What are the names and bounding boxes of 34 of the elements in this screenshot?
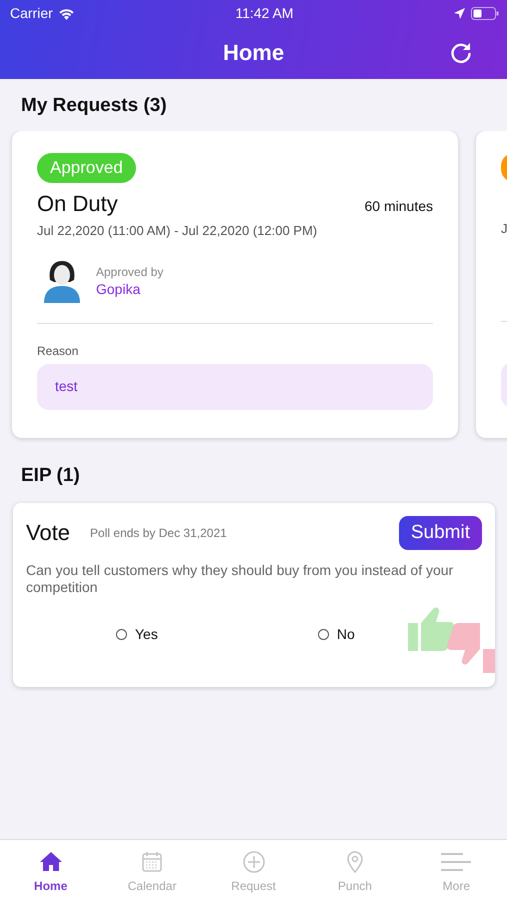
wifi-icon — [58, 6, 75, 20]
submit-button[interactable]: Submit — [398, 516, 482, 550]
poll-deadline: Poll ends by Dec 31,2021 — [90, 526, 228, 540]
section-heading: My Requests (3) — [21, 95, 167, 116]
approver-name: Gopika — [96, 280, 142, 296]
section-heading: EIP (1) — [21, 465, 80, 486]
reason-label: Reason — [37, 344, 80, 358]
avatar-icon — [42, 258, 82, 303]
calendar-icon — [140, 850, 164, 874]
add-icon — [242, 850, 266, 874]
battery-icon — [471, 6, 499, 20]
tab-button[interactable]: Home — [0, 840, 102, 900]
option-label: Yes — [135, 626, 158, 642]
refresh-icon[interactable] — [449, 41, 473, 65]
home-icon — [38, 850, 63, 874]
status-time: 11:42 AM — [235, 5, 294, 21]
poll-title: Vote — [26, 520, 70, 546]
request-card[interactable]: J — [476, 131, 507, 438]
status-badge: Approved — [37, 153, 136, 183]
approver-label: Approved by — [96, 264, 164, 278]
screen-title: Home — [222, 40, 284, 66]
option-label: No — [336, 626, 355, 642]
radio-button[interactable] — [116, 628, 127, 640]
request-type: On Duty — [37, 191, 118, 217]
location-icon — [454, 8, 465, 18]
date-range: J — [501, 221, 507, 236]
radio-button[interactable] — [318, 628, 329, 640]
carrier-name: Carrier — [10, 5, 53, 21]
duration-text: 60 minutes — [364, 198, 433, 214]
poll-question: Can you tell customers why they should buy from you instead of your competition — [26, 562, 454, 596]
date-range: Jul 22,2020 (11:00 AM) - Jul 22,2020 (12:00 PM) — [37, 223, 318, 238]
reason-field: test — [37, 364, 433, 410]
menu-icon — [440, 850, 472, 874]
request-card[interactable]: Approved On Duty 60 minutes Jul 22,2020 (11:00 AM) - Jul 22,2020 (12:00 PM) Approved by Gopika Reason test — [12, 131, 458, 438]
